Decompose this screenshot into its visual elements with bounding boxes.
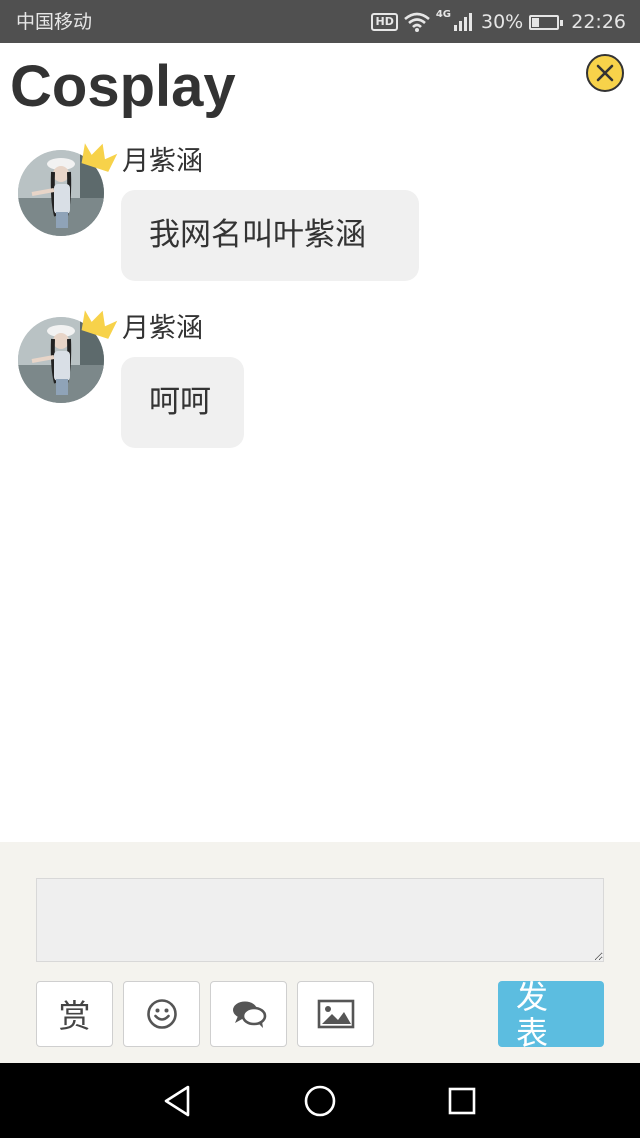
reward-button[interactable]: 赏: [36, 981, 113, 1047]
comment-button[interactable]: [210, 981, 287, 1047]
send-button[interactable]: 发表: [498, 981, 604, 1047]
home-icon[interactable]: [300, 1081, 340, 1121]
sender-avatar[interactable]: [18, 143, 118, 236]
message-bubble[interactable]: 我网名叫叶紫涵: [121, 190, 419, 281]
hd-badge: HD: [371, 13, 398, 31]
composer-panel: 赏 发表: [0, 842, 640, 1063]
wifi-icon: [403, 12, 430, 32]
recent-apps-icon[interactable]: [442, 1081, 482, 1121]
close-button[interactable]: [586, 54, 624, 92]
send-button-label: 发表: [516, 981, 549, 1047]
image-button[interactable]: [297, 981, 374, 1047]
message-input[interactable]: [36, 878, 604, 962]
smiley-icon: [146, 999, 177, 1029]
back-icon[interactable]: [158, 1081, 198, 1121]
sender-avatar[interactable]: [18, 310, 118, 403]
close-icon: [596, 64, 614, 82]
chat-screen: 中国移动 HD 4G 30% 22:26 Cosplay 月紫涵 我网名叫叶紫涵…: [0, 0, 640, 1138]
status-indicators: HD 4G 30% 22:26: [371, 9, 626, 35]
message-item: 月紫涵 呵呵: [0, 307, 640, 457]
crown-icon: [81, 143, 118, 172]
sender-name[interactable]: 月紫涵: [122, 313, 203, 345]
status-bar: 中国移动 HD 4G 30% 22:26: [0, 0, 640, 43]
emoji-button[interactable]: [123, 981, 200, 1047]
message-bubble[interactable]: 呵呵: [121, 357, 244, 448]
battery-percent-label: 30%: [481, 11, 524, 33]
clock-label: 22:26: [571, 11, 626, 33]
navigation-bar: [0, 1063, 640, 1138]
reward-label: 赏: [58, 997, 91, 1035]
comment-icon: [232, 1001, 266, 1028]
signal-icon: [454, 13, 472, 31]
battery-icon: [529, 14, 564, 30]
network-type-label: 4G: [435, 9, 451, 20]
crown-icon: [81, 310, 118, 339]
image-icon: [317, 999, 354, 1029]
battery-level-fill: [532, 17, 540, 27]
sender-name[interactable]: 月紫涵: [122, 146, 203, 178]
page-title: Cosplay: [10, 54, 236, 119]
message-item: 月紫涵 我网名叫叶紫涵: [0, 140, 640, 290]
carrier-label: 中国移动: [16, 11, 93, 33]
